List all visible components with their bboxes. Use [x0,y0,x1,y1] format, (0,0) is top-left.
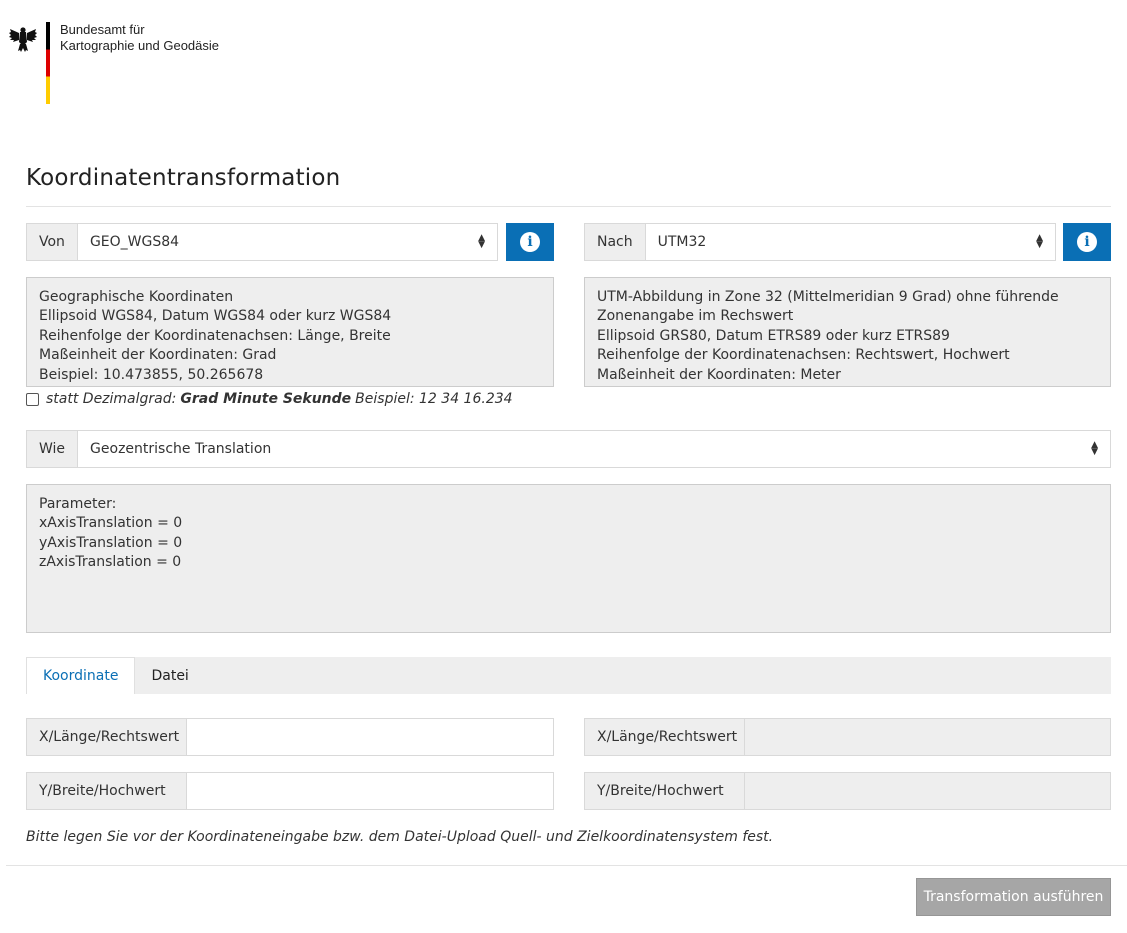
organization-name: Bundesamt für Kartographie und Geodäsie [60,22,219,54]
tab-koordinate[interactable]: Koordinate [26,657,136,694]
target-crs-value: UTM32 [657,234,707,250]
output-y-label: Y/Breite/Hochwert [585,773,745,809]
method-label: Wie [27,431,79,467]
method-parameters: Parameter: xAxisTranslation = 0 yAxisTra… [26,484,1111,633]
target-desc-line: Ellipsoid GRS80, Datum ETRS89 oder kurz … [597,327,950,344]
output-y-field [745,773,1110,809]
input-y-field[interactable] [187,773,553,809]
info-icon: i [1077,232,1097,252]
output-y-group: Y/Breite/Hochwert [584,772,1111,810]
select-arrows-icon: ▲ ▼ [478,233,485,250]
method-select[interactable]: Geozentrische Translation ▲ ▼ [78,431,1110,467]
dms-prefix: statt Dezimalgrad: [46,391,177,407]
source-desc-line: Ellipsoid WGS84, Datum WGS84 oder kurz W… [39,308,392,325]
source-desc-line: Beispiel: 10.473855, 50.265678 [39,366,264,383]
info-icon: i [520,232,540,252]
dms-example: Beispiel: 12 34 16.234 [355,391,513,407]
dms-bold-label: Grad Minute Sekunde [180,391,352,407]
tab-datei[interactable]: Datei [135,657,204,694]
page-title: Koordinatentransformation [26,165,341,191]
input-y-label: Y/Breite/Hochwert [27,773,187,809]
method-group: Wie Geozentrische Translation ▲ ▼ [26,430,1111,468]
source-desc-line: Maßeinheit der Koordinaten: Grad [39,347,277,364]
source-desc-line: Geographische Koordinaten [39,289,234,305]
organization-line2: Kartographie und Geodäsie [60,38,220,53]
input-x-field[interactable] [187,719,553,755]
target-desc-line: Zonenangabe im Rechswert [597,308,794,325]
target-crs-label: Nach [585,224,646,260]
output-x-group: X/Länge/Rechtswert [584,718,1111,756]
source-crs-group: Von GEO_WGS84 ▲ ▼ [26,223,498,261]
target-desc-line: Maßeinheit der Koordinaten: Meter [597,366,841,383]
source-crs-value: GEO_WGS84 [89,234,180,250]
parameter-line: Parameter: [39,496,117,512]
parameter-line: yAxisTranslation = 0 [39,534,183,551]
target-info-button[interactable]: i [1063,223,1111,261]
input-x-group: X/Länge/Rechtswert [26,718,554,756]
input-mode-tabs: Koordinate Datei [26,657,1111,694]
instruction-note: Bitte legen Sie vor der Koordinateneinga… [26,829,774,845]
source-crs-label: Von [27,224,78,260]
source-crs-description: Geographische Koordinaten Ellipsoid WGS8… [26,277,554,387]
select-arrows-icon: ▲ ▼ [1091,440,1098,457]
run-transformation-button[interactable]: Transformation ausführen [916,878,1111,916]
parameter-line: xAxisTranslation = 0 [39,515,183,532]
source-info-button[interactable]: i [506,223,554,261]
target-crs-select[interactable]: UTM32 ▲ ▼ [645,224,1055,260]
method-value: Geozentrische Translation [90,441,272,457]
organization-line1: Bundesamt für [60,22,145,37]
federal-eagle-icon [9,27,37,52]
title-divider [26,206,1111,207]
dms-option: statt Dezimalgrad: Grad Minute Sekunde B… [26,391,513,407]
input-y-group: Y/Breite/Hochwert [26,772,554,810]
input-x-label: X/Länge/Rechtswert [27,719,187,755]
select-arrows-icon: ▲ ▼ [1036,233,1043,250]
target-desc-line: UTM-Abbildung in Zone 32 (Mittelmeridian… [597,289,1059,305]
source-crs-select[interactable]: GEO_WGS84 ▲ ▼ [77,224,497,260]
output-x-label: X/Länge/Rechtswert [585,719,745,755]
parameter-line: zAxisTranslation = 0 [39,554,182,571]
target-crs-description: UTM-Abbildung in Zone 32 (Mittelmeridian… [584,277,1111,387]
source-desc-line: Reihenfolge der Koordinatenachsen: Länge… [39,327,391,344]
flag-bar [46,22,50,104]
output-x-field [745,719,1110,755]
footer-divider [6,865,1127,866]
dms-checkbox[interactable] [26,392,39,406]
target-desc-line: Reihenfolge der Koordinatenachsen: Recht… [597,347,1010,364]
target-crs-group: Nach UTM32 ▲ ▼ [584,223,1056,261]
